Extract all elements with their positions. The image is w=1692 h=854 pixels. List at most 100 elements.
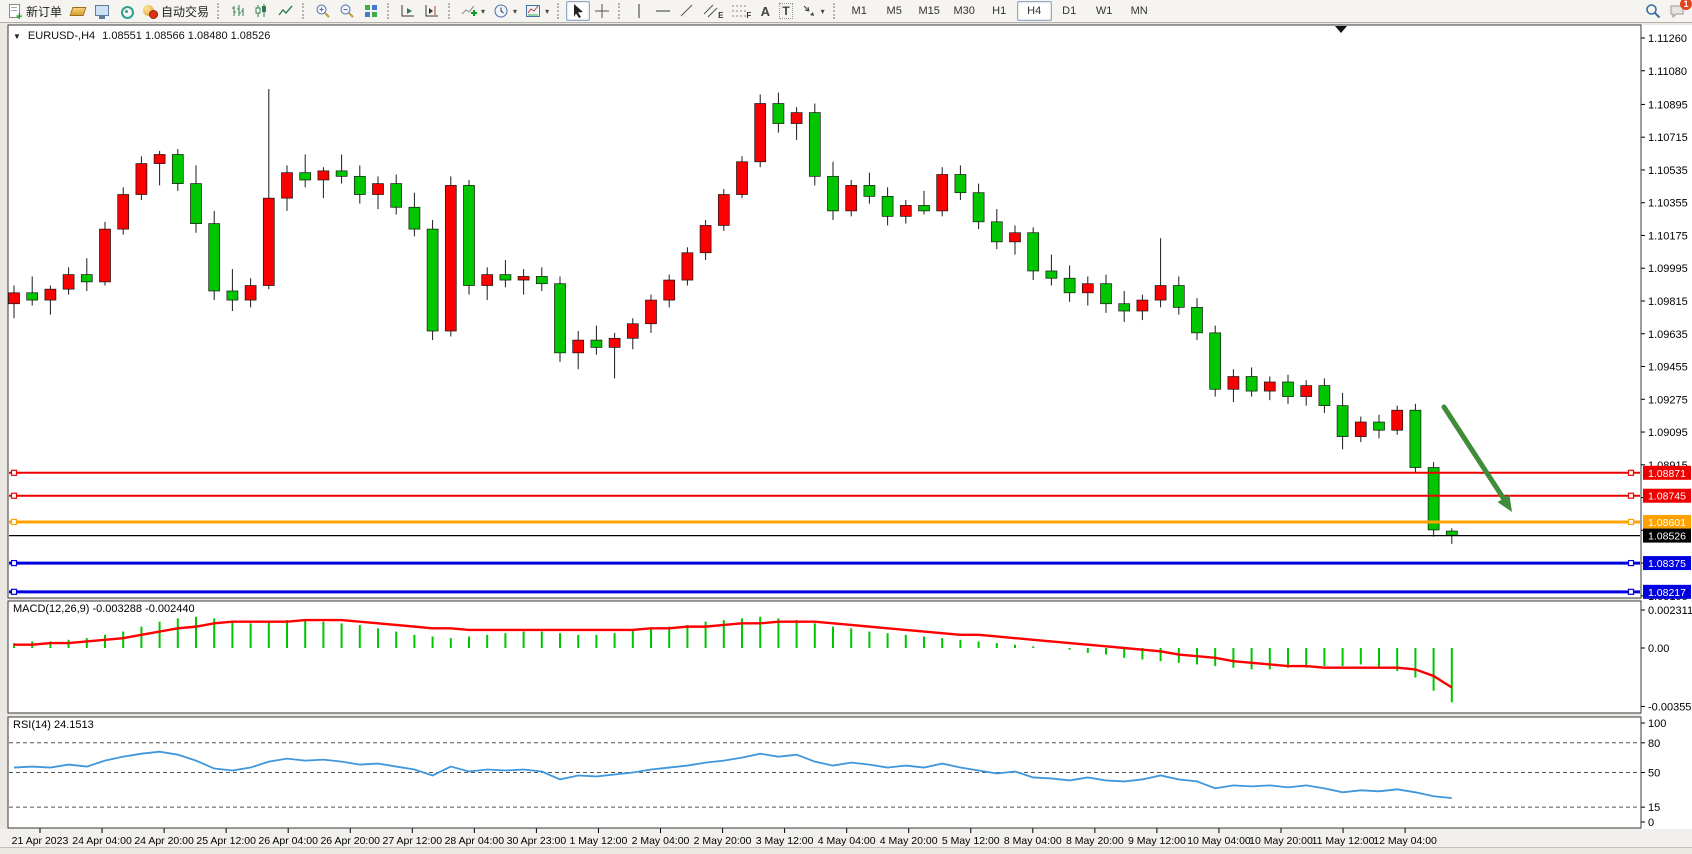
tile-windows-icon xyxy=(363,3,379,19)
text-button[interactable]: A xyxy=(755,1,775,21)
svg-text:1.10535: 1.10535 xyxy=(1648,165,1688,177)
svg-text:15: 15 xyxy=(1648,802,1660,814)
template-icon xyxy=(525,3,541,19)
svg-text:1.10175: 1.10175 xyxy=(1648,230,1688,242)
svg-text:50: 50 xyxy=(1648,768,1660,780)
new-order-label: 新订单 xyxy=(26,3,62,20)
tab-timeframe-m15[interactable]: M15 xyxy=(912,1,947,21)
svg-text:1 May 12:00: 1 May 12:00 xyxy=(570,835,628,847)
vertical-line-button[interactable] xyxy=(627,1,651,21)
svg-text:100: 100 xyxy=(1648,718,1666,730)
notifications-button[interactable]: 1 xyxy=(1665,1,1689,21)
terminal-button[interactable] xyxy=(90,1,114,21)
dropdown-caret-icon: ▾ xyxy=(481,7,485,16)
svg-text:10 May 20:00: 10 May 20:00 xyxy=(1249,835,1313,847)
market-depth-button[interactable] xyxy=(66,1,90,21)
hline-handle[interactable] xyxy=(1629,589,1634,594)
hline-handle[interactable] xyxy=(12,470,17,475)
svg-text:1.08526: 1.08526 xyxy=(1648,531,1686,543)
svg-text:1.08745: 1.08745 xyxy=(1648,491,1686,503)
macd-label: MACD(12,26,9) -0.003288 -0.002440 xyxy=(13,603,195,615)
indicators-button[interactable]: ▾ xyxy=(457,1,489,21)
macd-panel[interactable] xyxy=(8,601,1641,713)
bar-chart-button[interactable] xyxy=(226,1,250,21)
hline-handle[interactable] xyxy=(1629,561,1634,566)
hline-handle[interactable] xyxy=(12,493,17,498)
tab-timeframe-m30[interactable]: M30 xyxy=(947,1,982,21)
new-order-button[interactable]: + 新订单 xyxy=(3,1,66,21)
periods-button[interactable]: ▾ xyxy=(489,1,521,21)
crosshair-button[interactable] xyxy=(590,1,614,21)
dropdown-caret-icon: ▾ xyxy=(545,7,549,16)
svg-text:2 May 04:00: 2 May 04:00 xyxy=(632,835,690,847)
arrows-button[interactable]: ▾ xyxy=(797,1,829,21)
svg-text:1.09095: 1.09095 xyxy=(1648,427,1688,439)
svg-text:1.10355: 1.10355 xyxy=(1648,198,1688,210)
svg-text:12 May 04:00: 12 May 04:00 xyxy=(1373,835,1437,847)
svg-text:26 Apr 20:00: 26 Apr 20:00 xyxy=(320,835,380,847)
notification-badge: 1 xyxy=(1680,0,1692,10)
templates-button[interactable]: ▾ xyxy=(521,1,553,21)
svg-text:0.00: 0.00 xyxy=(1648,643,1669,655)
vertical-line-icon xyxy=(631,3,647,19)
svg-text:3 May 12:00: 3 May 12:00 xyxy=(756,835,814,847)
svg-text:1.10895: 1.10895 xyxy=(1648,99,1688,111)
svg-text:25 Apr 12:00: 25 Apr 12:00 xyxy=(196,835,256,847)
zoom-out-icon xyxy=(339,3,355,19)
search-button[interactable] xyxy=(1641,1,1665,21)
tab-timeframe-mn[interactable]: MN xyxy=(1122,1,1157,21)
hline-handle[interactable] xyxy=(1629,470,1634,475)
text-label-button[interactable]: T xyxy=(775,1,796,21)
new-order-icon: + xyxy=(7,3,23,19)
svg-text:1.08375: 1.08375 xyxy=(1648,558,1686,570)
hline-handle[interactable] xyxy=(1629,519,1634,524)
equidistant-channel-button[interactable]: E xyxy=(699,1,727,21)
trendline-button[interactable] xyxy=(675,1,699,21)
svg-text:1.09635: 1.09635 xyxy=(1648,329,1688,341)
auto-trading-label: 自动交易 xyxy=(161,3,209,20)
chart-header[interactable]: ▼ EURUSD-,H4 1.08551 1.08566 1.08480 1.0… xyxy=(13,30,270,42)
chart-symbol: EURUSD-,H4 xyxy=(28,30,95,42)
hline-handle[interactable] xyxy=(1629,493,1634,498)
cursor-button[interactable] xyxy=(566,1,590,21)
timeframe-group: M1M5M15M30 H1 H4D1W1MN xyxy=(842,1,1157,21)
tile-windows-button[interactable] xyxy=(359,1,383,21)
tab-timeframe-h4[interactable]: H4 xyxy=(1017,1,1052,21)
tab-timeframe-h1[interactable]: H1 xyxy=(982,1,1017,21)
chart-area[interactable]: 1.112601.110801.108951.107151.105351.103… xyxy=(0,23,1692,854)
fibonacci-button[interactable]: F xyxy=(727,1,755,21)
indicators-icon xyxy=(461,3,477,19)
tab-timeframe-d1[interactable]: D1 xyxy=(1052,1,1087,21)
hline-handle[interactable] xyxy=(12,519,17,524)
candlestick-chart-button[interactable] xyxy=(250,1,274,21)
svg-text:11 May 12:00: 11 May 12:00 xyxy=(1312,835,1375,847)
svg-text:2 May 20:00: 2 May 20:00 xyxy=(694,835,752,847)
horizontal-line-icon xyxy=(655,3,671,19)
zoom-in-button[interactable] xyxy=(311,1,335,21)
toolbar-grip xyxy=(448,3,453,19)
tab-timeframe-w1[interactable]: W1 xyxy=(1087,1,1122,21)
dropdown-caret-icon: ▾ xyxy=(821,7,825,16)
gold-icon xyxy=(70,3,86,19)
svg-text:5 May 12:00: 5 May 12:00 xyxy=(942,835,1000,847)
main-panel[interactable] xyxy=(8,25,1641,598)
auto-trading-button[interactable]: 自动交易 xyxy=(138,1,213,21)
hline-handle[interactable] xyxy=(12,561,17,566)
auto-scroll-button[interactable] xyxy=(396,1,420,21)
text-icon: A xyxy=(761,4,770,19)
svg-text:21 Apr 2023: 21 Apr 2023 xyxy=(12,835,69,847)
svg-text:24 Apr 04:00: 24 Apr 04:00 xyxy=(72,835,132,847)
toolbar-grip xyxy=(618,3,623,19)
horizontal-line-button[interactable] xyxy=(651,1,675,21)
equidistant-channel-icon xyxy=(703,3,719,19)
zoom-out-button[interactable] xyxy=(335,1,359,21)
hline-handle[interactable] xyxy=(12,589,17,594)
tab-timeframe-m5[interactable]: M5 xyxy=(877,1,912,21)
chart-shift-button[interactable] xyxy=(420,1,444,21)
line-chart-button[interactable] xyxy=(274,1,298,21)
signals-button[interactable] xyxy=(114,1,138,21)
tab-timeframe-m1[interactable]: M1 xyxy=(842,1,877,21)
svg-text:28 Apr 04:00: 28 Apr 04:00 xyxy=(445,835,505,847)
svg-text:26 Apr 04:00: 26 Apr 04:00 xyxy=(258,835,318,847)
timeframe-label: H1 xyxy=(986,5,1013,17)
